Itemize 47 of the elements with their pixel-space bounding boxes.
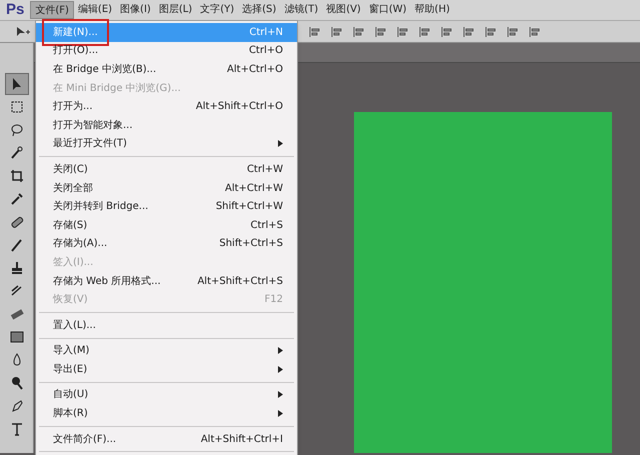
menu-item[interactable]: 最近打开文件(T) [36,134,297,154]
submenu-arrow-icon [278,347,283,354]
align-icon[interactable] [529,26,541,38]
menu-item[interactable]: 打开为... Alt+Shift+Ctrl+O [36,97,297,116]
move-tool-icon[interactable] [4,73,28,95]
move-tool-icon[interactable] [16,26,30,38]
highlight-outline [42,19,109,46]
menu-item[interactable]: 关闭并转到 Bridge... Shift+Ctrl+W [36,197,297,216]
submenu-arrow-icon [278,366,283,373]
menu-item[interactable]: 关闭(C) Ctrl+W [36,160,297,179]
menu-item[interactable]: 导入(M) [36,342,297,360]
menu-item[interactable]: 自动(U) [36,386,297,404]
menu-item[interactable]: 窗口(W) [364,1,411,19]
menu-item[interactable]: 选择(S) [238,1,280,19]
align-icon[interactable] [309,26,321,38]
menu-item[interactable]: 置入(L)... [36,316,297,334]
align-icon[interactable] [353,26,365,38]
submenu-arrow-icon [278,391,283,398]
menu-item[interactable]: 文字(Y) [196,1,238,19]
menu-item[interactable]: 导出(E) [36,360,297,379]
align-icon[interactable] [485,26,497,38]
align-icon[interactable] [375,26,387,38]
menu-item[interactable]: 存储为(A)... Shift+Ctrl+S [36,234,297,254]
menu-item[interactable]: 图层(L) [154,1,196,19]
menu-item[interactable]: 存储(S) Ctrl+S [36,216,297,235]
menu-item[interactable]: 关闭全部 Alt+Ctrl+W [36,178,297,198]
menu-item[interactable]: 帮助(H) [410,1,454,19]
align-icon[interactable] [463,26,475,38]
align-icon[interactable] [397,26,409,38]
menu-item[interactable]: 文件简介(F)... Alt+Shift+Ctrl+I [36,430,297,448]
align-icon[interactable] [331,26,343,38]
submenu-arrow-icon [278,140,283,148]
menu-item[interactable]: 打开(O)... Ctrl+O [36,42,297,60]
align-icon[interactable] [507,26,519,38]
menu-item[interactable]: 图像(I) [116,1,155,19]
menu-item[interactable]: 在 Bridge 中浏览(B)... Alt+Ctrl+O [36,60,297,79]
menu-item[interactable]: 视图(V) [322,1,365,19]
menu-item[interactable]: 脚本(R) [36,404,297,423]
align-icon[interactable] [441,26,453,38]
menu-item[interactable]: 文件(F) [30,1,74,19]
submenu-arrow-icon [278,410,283,418]
align-icon[interactable] [419,26,431,38]
menu-item[interactable]: 打开为智能对象... [36,116,297,135]
menu-item[interactable]: 滤镜(T) [280,1,322,19]
menu-item[interactable]: 编辑(E) [74,1,116,19]
app-logo: Ps [5,0,26,20]
menu-item[interactable]: 存储为 Web 所用格式... Alt+Shift+Ctrl+S [36,272,297,290]
